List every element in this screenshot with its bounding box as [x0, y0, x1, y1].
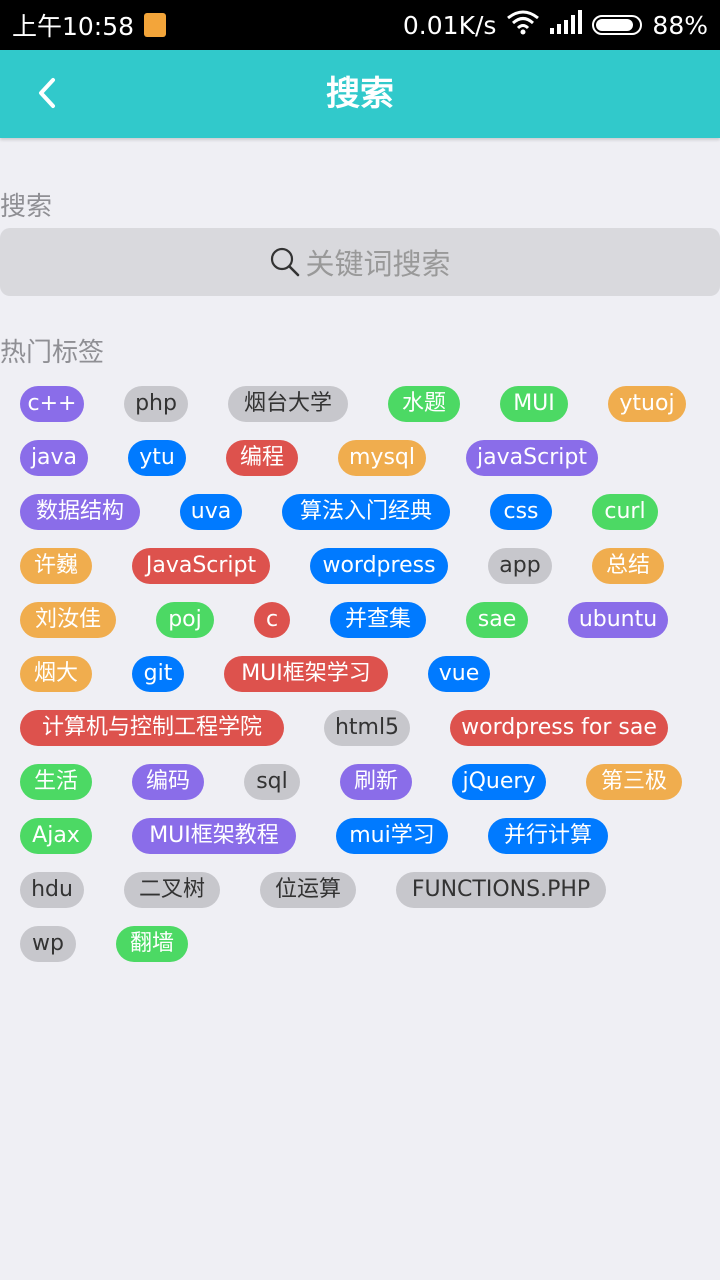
hot-tag[interactable]: jQuery [452, 764, 546, 800]
notification-icon [144, 13, 167, 37]
back-button[interactable] [22, 68, 72, 118]
hot-tag[interactable]: 生活 [20, 764, 92, 800]
hot-tag[interactable]: uva [180, 494, 242, 530]
hot-tag[interactable]: 算法入门经典 [282, 494, 450, 530]
hot-tag[interactable]: sae [466, 602, 528, 638]
battery-level [596, 19, 634, 31]
status-left: 上午10:58 [12, 7, 167, 43]
search-input[interactable]: 关键词搜索 [0, 228, 720, 296]
wifi-icon [506, 9, 540, 41]
search-icon [271, 247, 300, 277]
hot-tag[interactable]: 编程 [226, 440, 298, 476]
hot-tag[interactable]: 许巍 [20, 548, 92, 584]
hot-tag[interactable]: 第三极 [586, 764, 682, 800]
hot-tag[interactable]: poj [156, 602, 214, 638]
search-placeholder: 关键词搜索 [305, 247, 451, 281]
network-speed: 0.01K/s [402, 10, 497, 40]
hot-tag[interactable]: java [20, 440, 88, 476]
nav-bar: 搜索 [0, 50, 720, 138]
hot-tag[interactable]: ytuoj [608, 386, 686, 422]
hot-tag[interactable]: mysql [338, 440, 426, 476]
hot-tag[interactable]: php [124, 386, 188, 422]
hot-tag[interactable]: wordpress [310, 548, 448, 584]
hot-tag[interactable]: ytu [128, 440, 186, 476]
battery-icon [592, 15, 643, 35]
hot-tag[interactable]: javaScript [466, 440, 598, 476]
hot-tag[interactable]: 翻墙 [116, 926, 188, 962]
hot-tag[interactable]: JavaScript [132, 548, 270, 584]
status-right: 0.01K/s 88% [403, 9, 708, 41]
hot-tag[interactable]: 烟大 [20, 656, 92, 692]
hot-tag[interactable]: curl [592, 494, 658, 530]
hot-tag[interactable]: MUI框架学习 [224, 656, 388, 692]
hot-tags-label: 热门标签 [0, 338, 105, 368]
hot-tag[interactable]: css [490, 494, 552, 530]
hot-tag[interactable]: 烟台大学 [228, 386, 348, 422]
hot-tag[interactable]: 总结 [592, 548, 664, 584]
battery-percent: 88% [652, 10, 708, 40]
hot-tag[interactable]: mui学习 [336, 818, 448, 854]
hot-tag[interactable]: MUI [500, 386, 568, 422]
hot-tag[interactable]: 刷新 [340, 764, 412, 800]
hot-tag[interactable]: 二叉树 [124, 872, 220, 908]
page-title: 搜索 [326, 74, 394, 114]
chevron-left-icon [39, 78, 55, 108]
hot-tag[interactable]: 并查集 [330, 602, 426, 638]
hot-tag[interactable]: 计算机与控制工程学院 [20, 710, 284, 746]
hot-tag[interactable]: 位运算 [260, 872, 356, 908]
hot-tag[interactable]: hdu [20, 872, 84, 908]
search-section-label: 搜索 [0, 192, 53, 222]
hot-tag[interactable]: 并行计算 [488, 818, 608, 854]
hot-tag[interactable]: sql [244, 764, 300, 800]
hot-tag[interactable]: FUNCTIONS.PHP [396, 872, 606, 908]
hot-tag[interactable]: c [254, 602, 290, 638]
hot-tag[interactable]: wp [20, 926, 76, 962]
signal-icon [550, 10, 583, 40]
hot-tag[interactable]: git [132, 656, 184, 692]
hot-tag[interactable]: wordpress for sae [450, 710, 668, 746]
hot-tag[interactable]: ubuntu [568, 602, 668, 638]
status-time: 上午10:58 [12, 12, 135, 41]
hot-tag[interactable]: vue [428, 656, 490, 692]
hot-tag[interactable]: 编码 [132, 764, 204, 800]
status-bar: 上午10:58 0.01K/s 88% [0, 0, 720, 50]
hot-tag[interactable]: c++ [20, 386, 84, 422]
hot-tag[interactable]: 刘汝佳 [20, 602, 116, 638]
hot-tag[interactable]: Ajax [20, 818, 92, 854]
hot-tag[interactable]: html5 [324, 710, 410, 746]
hot-tag[interactable]: 数据结构 [20, 494, 140, 530]
hot-tag[interactable]: MUI框架教程 [132, 818, 296, 854]
hot-tag[interactable]: 水题 [388, 386, 460, 422]
hot-tag[interactable]: app [488, 548, 552, 584]
